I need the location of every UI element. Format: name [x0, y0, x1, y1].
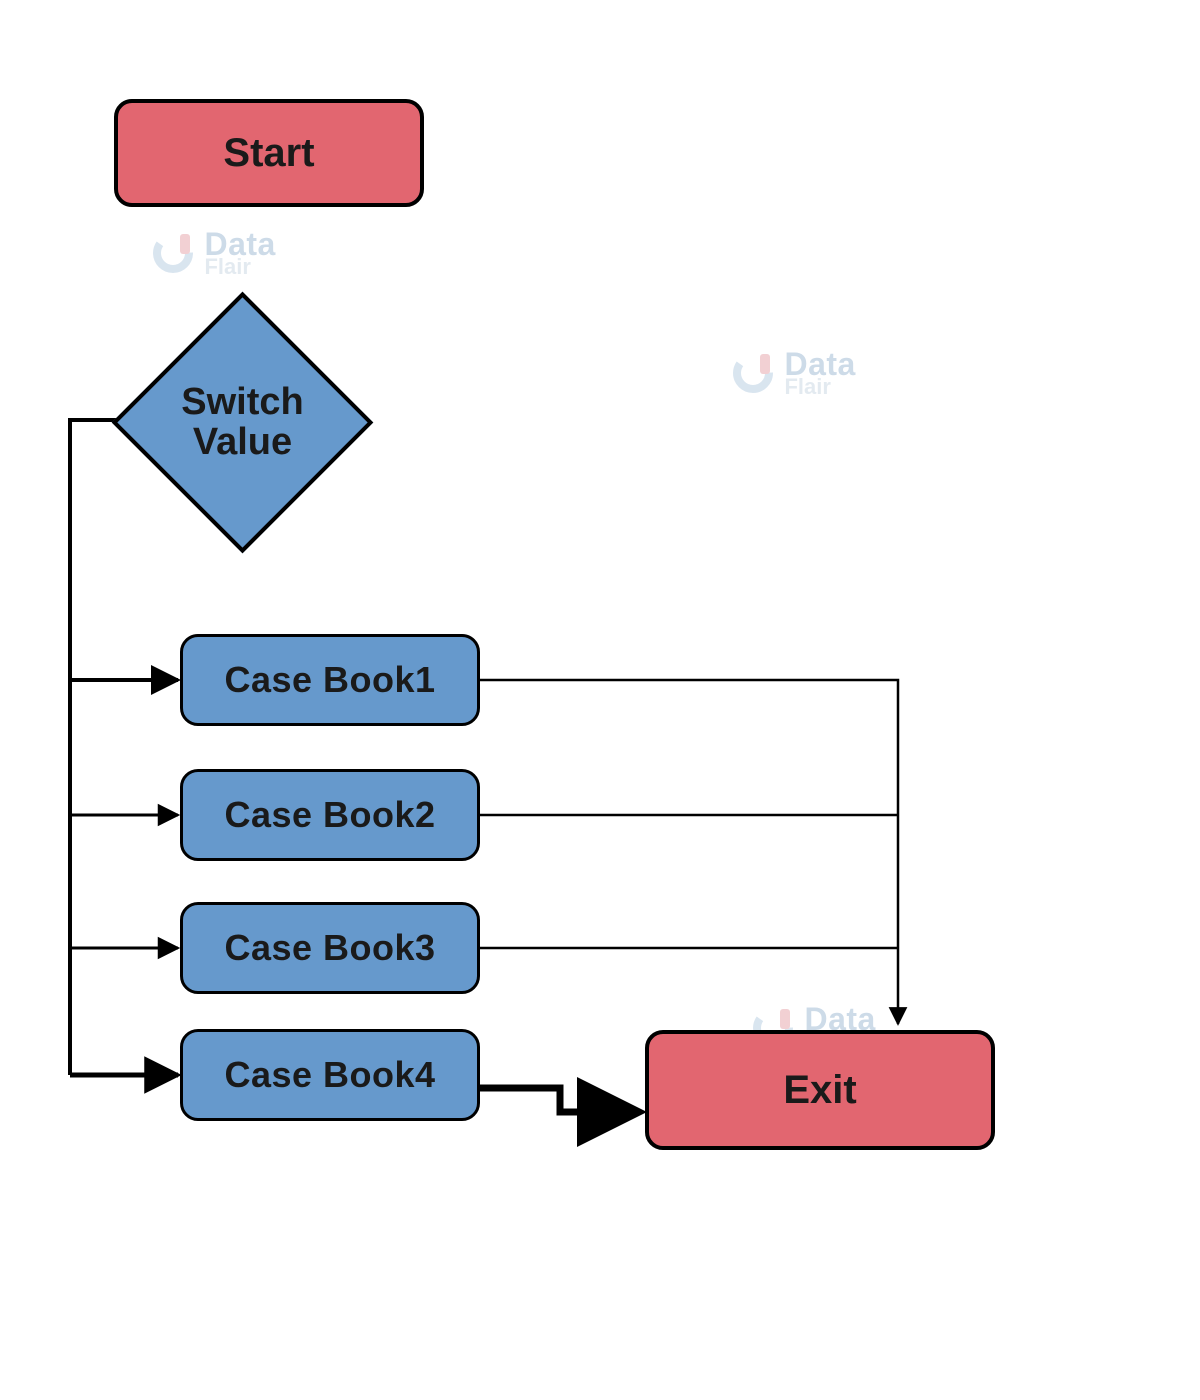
- watermark-brand-top: Data: [204, 230, 275, 259]
- watermark-brand-bottom: Flair: [204, 257, 275, 277]
- case3-label: Case Book3: [224, 928, 435, 968]
- start-label: Start: [223, 131, 314, 175]
- watermark: Data Flair: [150, 230, 276, 277]
- switch-label: Switch Value: [181, 383, 303, 463]
- case1-label: Case Book1: [224, 660, 435, 700]
- edge-case4-exit: [480, 1088, 640, 1112]
- case2-label: Case Book2: [224, 795, 435, 835]
- edge-case1-exit: [480, 680, 898, 1024]
- start-node: Start: [114, 99, 424, 207]
- case4-label: Case Book4: [224, 1055, 435, 1095]
- switch-node: Switch Value: [150, 330, 335, 515]
- exit-node: Exit: [645, 1030, 995, 1150]
- watermark: Data Flair: [730, 350, 856, 397]
- case1-node: Case Book1: [180, 634, 480, 726]
- case2-node: Case Book2: [180, 769, 480, 861]
- exit-label: Exit: [783, 1068, 856, 1112]
- edge-switch-bus: [70, 420, 136, 1075]
- case3-node: Case Book3: [180, 902, 480, 994]
- case4-node: Case Book4: [180, 1029, 480, 1121]
